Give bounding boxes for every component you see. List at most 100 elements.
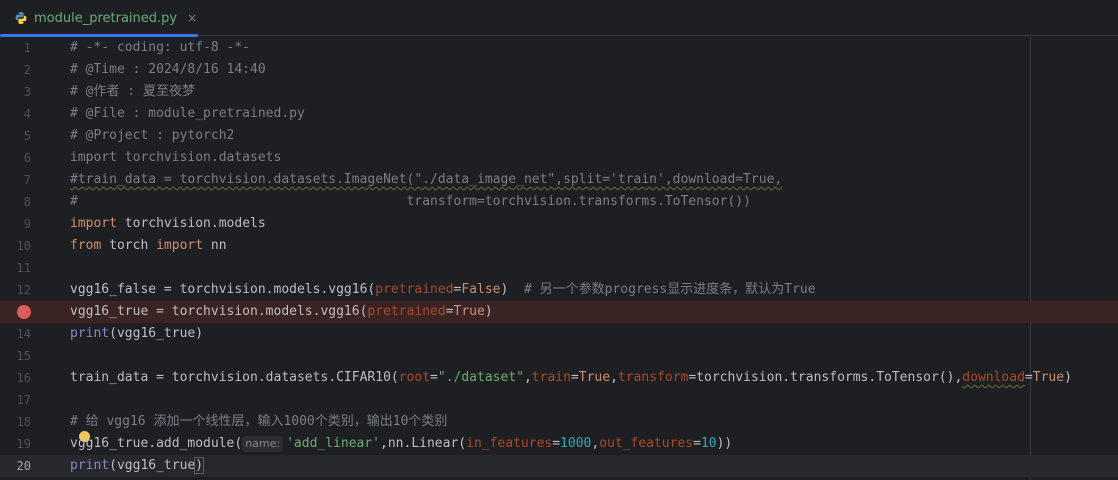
code-text: import torchvision.models bbox=[70, 213, 266, 235]
keyword: True bbox=[1032, 370, 1065, 385]
code-line: 14 print(vgg16_true) bbox=[0, 323, 1118, 345]
code-line: 7 #train_data = torchvision.datasets.Ima… bbox=[0, 169, 1118, 191]
line-number: 8 bbox=[23, 195, 31, 209]
keyword-arg: out_features bbox=[599, 436, 694, 451]
code-line: 12 vgg16_false = torchvision.models.vgg1… bbox=[0, 279, 1118, 301]
code-text: # @File : module_pretrained.py bbox=[70, 106, 305, 121]
editor-tab-bar: module_pretrained.py × bbox=[0, 0, 1118, 37]
line-number: 7 bbox=[23, 173, 31, 187]
line-number: 19 bbox=[16, 437, 31, 451]
code-token: = bbox=[552, 436, 561, 451]
line-number: 20 bbox=[16, 459, 31, 473]
keyword-arg: root bbox=[398, 370, 431, 385]
code-line: 17 bbox=[0, 389, 1118, 411]
line-number: 10 bbox=[16, 239, 31, 253]
line-number: 11 bbox=[16, 261, 31, 275]
code-line: 16 train_data = torchvision.datasets.CIF… bbox=[0, 367, 1118, 389]
keyword: from bbox=[70, 238, 102, 253]
code-token: = bbox=[1024, 370, 1033, 385]
unused-import-text: import torchvision.datasets bbox=[70, 150, 282, 165]
comment: # 另一个参数progress显示进度条，默认为True bbox=[523, 282, 816, 297]
close-icon[interactable]: × bbox=[187, 11, 197, 25]
parameter-name-hint: name: bbox=[242, 436, 284, 452]
keyword: False bbox=[461, 282, 501, 297]
code-line: 1 # -*- coding: utf-8 -*- bbox=[0, 37, 1118, 59]
code-token: , bbox=[610, 370, 618, 385]
code-line: 8 # transform=torchvision.transforms.ToT… bbox=[0, 191, 1118, 213]
current-line: 20 print(vgg16_true) bbox=[0, 455, 1118, 477]
code-line: 18 # 给 vgg16 添加一个线性层，输入1000个类别，输出10个类别 bbox=[0, 411, 1118, 433]
keyword-arg: pretrained bbox=[375, 282, 454, 297]
line-number: 15 bbox=[16, 349, 31, 363]
tab-label: module_pretrained.py bbox=[34, 10, 178, 26]
code-line: 3 # @作者 : 夏至夜梦 bbox=[0, 81, 1118, 103]
code-line: 4 # @File : module_pretrained.py bbox=[0, 103, 1118, 125]
line-number: 14 bbox=[16, 327, 31, 341]
line-number: 4 bbox=[23, 107, 31, 121]
string-literal: 'add_linear' bbox=[286, 436, 381, 451]
line-number: 1 bbox=[23, 41, 31, 55]
code-line: 6 import torchvision.datasets bbox=[0, 147, 1118, 169]
line-number: 9 bbox=[23, 217, 31, 231]
code-line: 9 import torchvision.models bbox=[0, 213, 1118, 235]
code-line: 2 # @Time : 2024/8/16 14:40 bbox=[0, 59, 1118, 81]
code-text: vgg16_true.add_module(name:'add_linear',… bbox=[70, 433, 732, 455]
keyword-arg: in_features bbox=[466, 436, 553, 451]
string-literal: "./dataset" bbox=[437, 370, 524, 385]
code-token: vgg16_false = torchvision.models.vgg16( bbox=[70, 282, 376, 297]
code-token: , bbox=[523, 370, 532, 385]
code-text: # @Project : pytorch2 bbox=[70, 128, 235, 143]
line-number: 18 bbox=[16, 415, 31, 429]
line-number: 12 bbox=[16, 283, 31, 297]
code-token: , bbox=[380, 436, 388, 451]
keyword: True bbox=[578, 370, 611, 385]
code-token: ) bbox=[484, 304, 493, 319]
code-token: = bbox=[570, 370, 579, 385]
code-token: =torchvision.transforms.ToTensor() bbox=[688, 370, 955, 385]
code-line: 10 from torch import nn bbox=[0, 235, 1118, 257]
keyword: True bbox=[453, 304, 485, 319]
tab-module-pretrained[interactable]: module_pretrained.py × bbox=[0, 0, 198, 37]
code-text: print(vgg16_true) bbox=[70, 323, 203, 345]
matched-paren: ) bbox=[194, 457, 205, 474]
builtin-function: print bbox=[70, 458, 110, 473]
number-literal: 1000 bbox=[560, 436, 592, 451]
code-editor[interactable]: 1 # -*- coding: utf-8 -*- 2 # @Time : 20… bbox=[0, 37, 1118, 480]
code-token: = bbox=[445, 304, 454, 319]
line-number: 3 bbox=[23, 85, 31, 99]
line-number: 2 bbox=[23, 63, 31, 77]
code-token: nn bbox=[203, 238, 227, 253]
code-line: 15 bbox=[0, 345, 1118, 367]
keyword-arg: train bbox=[531, 370, 571, 385]
code-text: print(vgg16_true) bbox=[70, 455, 205, 477]
keyword: import bbox=[70, 216, 117, 231]
code-token: (vgg16_true) bbox=[109, 326, 204, 341]
code-token: vgg16_true = torchvision.models.vgg16( bbox=[70, 304, 368, 319]
code-token: torchvision.models bbox=[116, 216, 266, 231]
code-text: # transform=torchvision.transforms.ToTen… bbox=[70, 194, 751, 209]
code-token: nn.Linear( bbox=[387, 436, 467, 451]
breakpoint-line: vgg16_true = torchvision.models.vgg16(pr… bbox=[0, 301, 1118, 323]
code-token: ) bbox=[1064, 370, 1072, 385]
code-token: , bbox=[591, 436, 600, 451]
code-text: vgg16_false = torchvision.models.vgg16(p… bbox=[70, 279, 816, 301]
breakpoint-icon[interactable] bbox=[17, 305, 31, 319]
code-token: (vgg16_true bbox=[109, 458, 196, 473]
keyword: import bbox=[156, 238, 204, 253]
code-text: #train_data = torchvision.datasets.Image… bbox=[70, 172, 783, 187]
code-token: torch bbox=[101, 238, 157, 253]
code-line: 5 # @Project : pytorch2 bbox=[0, 125, 1118, 147]
python-file-icon bbox=[15, 12, 27, 24]
comment: # 给 vgg16 添加一个线性层，输入1000个类别，输出10个类别 bbox=[70, 414, 448, 429]
keyword-arg: download bbox=[962, 370, 1025, 385]
builtin-function: print bbox=[70, 326, 110, 341]
line-number: 16 bbox=[16, 371, 31, 385]
code-token: vgg16_true.add_module( bbox=[70, 436, 243, 451]
code-token: = bbox=[430, 370, 438, 385]
code-line: 19 vgg16_true.add_module(name:'add_linea… bbox=[0, 431, 1118, 455]
keyword-arg: transform bbox=[617, 370, 689, 385]
number-literal: 10 bbox=[700, 436, 717, 451]
code-text: vgg16_true = torchvision.models.vgg16(pr… bbox=[70, 301, 493, 323]
line-number: 5 bbox=[23, 129, 31, 143]
code-line: 11 bbox=[0, 257, 1118, 279]
